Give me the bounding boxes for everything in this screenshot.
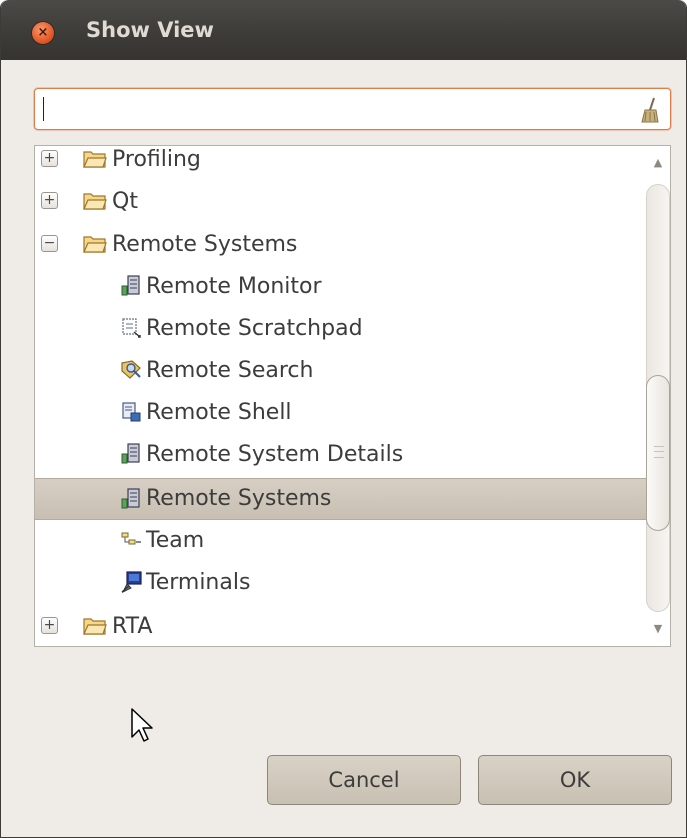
collapse-icon[interactable]: −: [41, 235, 58, 252]
dialog-title: Show View: [86, 18, 214, 42]
tree-item-team[interactable]: Team: [35, 520, 647, 562]
view-tree[interactable]: + Profiling + Qt − Remote Systems Remote…: [34, 145, 671, 647]
show-view-dialog: × Show View + Profiling + Qt − Remote Sy…: [0, 0, 687, 838]
tree-item-label: Remote Search: [146, 358, 314, 383]
tree-item-remote-scratchpad[interactable]: Remote Scratchpad: [35, 308, 647, 350]
vertical-scrollbar[interactable]: ▲ ▼: [646, 146, 670, 646]
tree-item-remote-systems[interactable]: Remote Systems: [35, 478, 647, 520]
title-bar: × Show View: [1, 0, 686, 60]
tree-item-terminals[interactable]: Terminals: [35, 562, 647, 604]
team-icon: [121, 532, 141, 545]
tree-folder-rta[interactable]: + RTA: [35, 606, 647, 646]
tree-item-label: Remote Systems: [112, 232, 298, 257]
tree-item-label: Qt: [112, 189, 138, 214]
tree-folder-profiling[interactable]: + Profiling: [35, 146, 647, 181]
remote-systems-icon: [121, 443, 140, 464]
text-cursor: [43, 97, 44, 121]
scroll-thumb[interactable]: [646, 375, 670, 531]
scratchpad-icon: [122, 318, 141, 338]
folder-open-icon: [83, 236, 107, 253]
folder-icon: [83, 618, 107, 635]
tree-item-remote-monitor[interactable]: Remote Monitor: [35, 266, 647, 308]
terminal-icon: [121, 571, 142, 594]
close-button[interactable]: ×: [32, 22, 54, 44]
search-icon: [121, 360, 141, 379]
filter-input[interactable]: [34, 88, 671, 130]
tree-item-label: Remote Monitor: [146, 274, 322, 299]
ok-button[interactable]: OK: [478, 755, 672, 805]
close-icon: ×: [37, 25, 49, 40]
tree-item-label: Remote Systems: [146, 486, 332, 511]
tree-item-remote-search[interactable]: Remote Search: [35, 350, 647, 392]
expand-icon[interactable]: +: [41, 617, 58, 634]
expand-icon[interactable]: +: [41, 192, 58, 209]
folder-icon: [83, 193, 107, 210]
tree-item-label: Remote System Details: [146, 442, 404, 467]
tree-item-remote-system-details[interactable]: Remote System Details: [35, 434, 647, 476]
clear-filter-icon[interactable]: [638, 96, 662, 124]
scroll-down-icon[interactable]: ▼: [646, 618, 670, 640]
tree-folder-remote-systems[interactable]: − Remote Systems: [35, 224, 647, 266]
tree-item-label: Remote Shell: [146, 400, 292, 425]
cancel-button[interactable]: Cancel: [267, 755, 461, 805]
tree-item-label: Team: [146, 528, 205, 553]
tree-item-label: RTA: [112, 614, 153, 639]
scroll-up-icon[interactable]: ▲: [646, 152, 670, 174]
tree-item-remote-shell[interactable]: Remote Shell: [35, 392, 647, 434]
tree-item-label: Profiling: [112, 147, 201, 172]
folder-icon: [83, 151, 107, 168]
remote-systems-icon: [121, 488, 140, 509]
mouse-pointer-icon: [131, 708, 153, 742]
grip-icon: [654, 446, 664, 458]
shell-icon: [122, 402, 141, 422]
remote-monitor-icon: [121, 275, 140, 296]
tree-item-label: Remote Scratchpad: [146, 316, 363, 341]
tree-item-label: Terminals: [146, 570, 251, 595]
tree-folder-qt[interactable]: + Qt: [35, 181, 647, 223]
expand-icon[interactable]: +: [41, 150, 58, 167]
